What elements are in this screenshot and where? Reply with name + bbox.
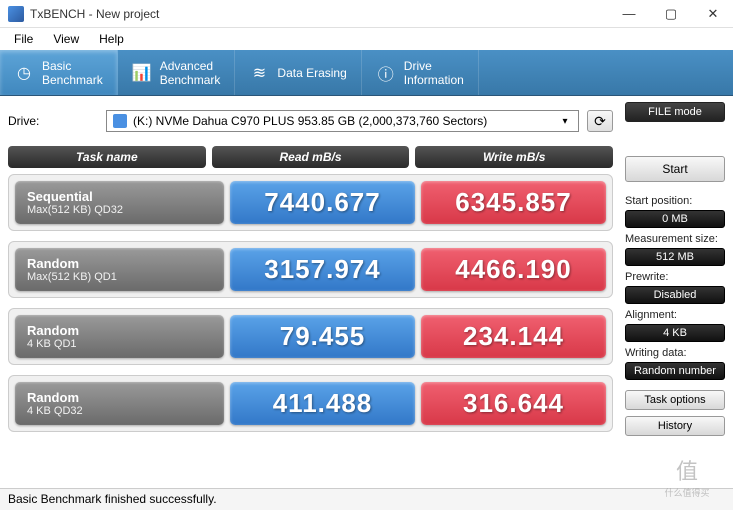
menu-help[interactable]: Help xyxy=(91,30,132,48)
titlebar: TxBENCH - New project — ▢ ✕ xyxy=(0,0,733,28)
menubar: File View Help xyxy=(0,28,733,50)
tab-drive-information[interactable]: ⓘ Drive Information xyxy=(362,50,479,95)
writing-data-label: Writing data: xyxy=(625,347,725,359)
tab-label: Basic Benchmark xyxy=(42,59,103,87)
write-value: 6345.857 xyxy=(421,181,606,224)
tab-advanced-benchmark[interactable]: 📊 Advanced Benchmark xyxy=(118,50,236,95)
tab-label: Drive Information xyxy=(404,59,464,87)
measurement-size-value[interactable]: 512 MB xyxy=(625,248,725,266)
maximize-button[interactable]: ▢ xyxy=(659,6,683,22)
close-button[interactable]: ✕ xyxy=(701,6,725,22)
drive-selected-text: (K:) NVMe Dahua C970 PLUS 953.85 GB (2,0… xyxy=(133,114,558,128)
reload-icon: ⟳ xyxy=(594,113,606,130)
tab-data-erasing[interactable]: ≋ Data Erasing xyxy=(235,50,361,95)
header-read: Read mB/s xyxy=(212,146,410,168)
task-subtitle: 4 KB QD32 xyxy=(27,405,212,417)
task-subtitle: 4 KB QD1 xyxy=(27,338,212,350)
file-mode-button[interactable]: FILE mode xyxy=(625,102,725,122)
read-value: 7440.677 xyxy=(230,181,415,224)
benchmark-row: Random4 KB QD179.455234.144 xyxy=(8,308,613,365)
drive-label: Drive: xyxy=(8,114,98,128)
chevron-down-icon: ▾ xyxy=(558,116,572,127)
benchmark-row: SequentialMax(512 KB) QD327440.6776345.8… xyxy=(8,174,613,231)
measurement-size-label: Measurement size: xyxy=(625,233,725,245)
write-value: 234.144 xyxy=(421,315,606,358)
task-title: Random xyxy=(27,390,212,405)
drive-selector[interactable]: (K:) NVMe Dahua C970 PLUS 953.85 GB (2,0… xyxy=(106,110,579,132)
read-value: 3157.974 xyxy=(230,248,415,291)
task-subtitle: Max(512 KB) QD32 xyxy=(27,204,212,216)
alignment-label: Alignment: xyxy=(625,309,725,321)
gauge-icon: ◷ xyxy=(14,63,34,83)
main-tabs: ◷ Basic Benchmark 📊 Advanced Benchmark ≋… xyxy=(0,50,733,96)
history-button[interactable]: History xyxy=(625,416,725,436)
task-subtitle: Max(512 KB) QD1 xyxy=(27,271,212,283)
tab-label: Advanced Benchmark xyxy=(160,59,221,87)
tab-label: Data Erasing xyxy=(277,66,346,80)
task-title: Random xyxy=(27,256,212,271)
chart-icon: 📊 xyxy=(132,63,152,83)
task-cell[interactable]: Random4 KB QD1 xyxy=(15,315,224,358)
header-write: Write mB/s xyxy=(415,146,613,168)
read-value: 411.488 xyxy=(230,382,415,425)
main-panel: Drive: (K:) NVMe Dahua C970 PLUS 953.85 … xyxy=(0,96,621,486)
task-cell[interactable]: SequentialMax(512 KB) QD32 xyxy=(15,181,224,224)
minimize-button[interactable]: — xyxy=(617,6,641,22)
prewrite-value[interactable]: Disabled xyxy=(625,286,725,304)
task-title: Random xyxy=(27,323,212,338)
task-title: Sequential xyxy=(27,189,212,204)
window-controls: — ▢ ✕ xyxy=(617,6,725,22)
task-cell[interactable]: Random4 KB QD32 xyxy=(15,382,224,425)
benchmark-rows: SequentialMax(512 KB) QD327440.6776345.8… xyxy=(8,174,613,432)
tab-basic-benchmark[interactable]: ◷ Basic Benchmark xyxy=(0,50,118,95)
window-title: TxBENCH - New project xyxy=(30,7,617,21)
prewrite-label: Prewrite: xyxy=(625,271,725,283)
app-icon xyxy=(8,6,24,22)
reload-button[interactable]: ⟳ xyxy=(587,110,613,132)
header-task: Task name xyxy=(8,146,206,168)
drive-icon xyxy=(113,114,127,128)
sidebar: FILE mode Start Start position: 0 MB Mea… xyxy=(621,96,733,486)
erase-icon: ≋ xyxy=(249,63,269,83)
start-position-value[interactable]: 0 MB xyxy=(625,210,725,228)
task-options-button[interactable]: Task options xyxy=(625,390,725,410)
read-value: 79.455 xyxy=(230,315,415,358)
benchmark-row: RandomMax(512 KB) QD13157.9744466.190 xyxy=(8,241,613,298)
status-text: Basic Benchmark finished successfully. xyxy=(8,492,217,506)
benchmark-row: Random4 KB QD32411.488316.644 xyxy=(8,375,613,432)
writing-data-value[interactable]: Random number xyxy=(625,362,725,380)
alignment-value[interactable]: 4 KB xyxy=(625,324,725,342)
start-position-label: Start position: xyxy=(625,195,725,207)
menu-view[interactable]: View xyxy=(45,30,87,48)
menu-file[interactable]: File xyxy=(6,30,41,48)
status-bar: Basic Benchmark finished successfully. xyxy=(0,488,733,510)
info-icon: ⓘ xyxy=(376,63,396,83)
start-button[interactable]: Start xyxy=(625,156,725,182)
write-value: 4466.190 xyxy=(421,248,606,291)
write-value: 316.644 xyxy=(421,382,606,425)
task-cell[interactable]: RandomMax(512 KB) QD1 xyxy=(15,248,224,291)
